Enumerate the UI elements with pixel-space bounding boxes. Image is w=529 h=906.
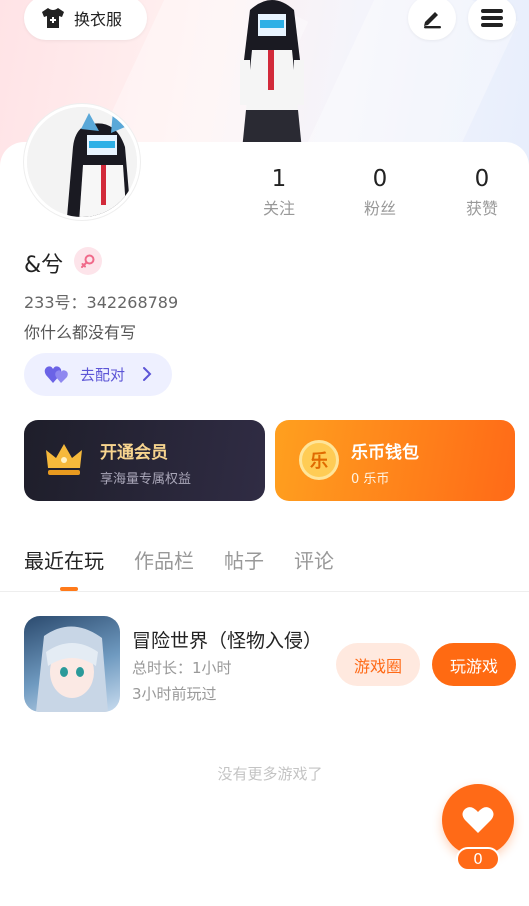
- vip-membership-card[interactable]: 开通会员 享海量专属权益: [24, 420, 265, 501]
- profile-tabs: 最近在玩 作品栏 帖子 评论: [24, 545, 364, 591]
- tab-comments[interactable]: 评论: [294, 545, 334, 574]
- female-gender-icon: [74, 247, 102, 275]
- dress-up-label: 换衣服: [74, 10, 123, 29]
- stat-following[interactable]: 1 关注: [239, 165, 319, 219]
- tab-recent-played[interactable]: 最近在玩: [24, 545, 104, 591]
- game-duration: 总时长：1小时: [132, 659, 232, 677]
- stat-fans[interactable]: 0 粉丝: [340, 165, 420, 219]
- no-more-games-text: 没有更多游戏了: [217, 765, 323, 783]
- wallet-title: 乐币钱包: [351, 443, 419, 463]
- user-id: 233号：342268789: [24, 293, 179, 312]
- nickname: &兮: [24, 253, 64, 278]
- likes-count: 0: [474, 166, 490, 192]
- vip-subtitle: 享海量专属权益: [100, 472, 192, 487]
- crown-icon: [46, 444, 82, 475]
- coin-icon: 乐: [299, 440, 339, 480]
- avatar[interactable]: [24, 104, 140, 220]
- dress-up-button[interactable]: 换衣服: [24, 0, 147, 40]
- heart-icon: [462, 807, 494, 833]
- edit-profile-button[interactable]: [408, 0, 456, 40]
- tshirt-icon: [42, 8, 64, 28]
- bio-text: 你什么都没有写: [24, 323, 137, 342]
- game-thumbnail[interactable]: [24, 616, 120, 712]
- double-heart-icon: [44, 365, 68, 383]
- play-game-button[interactable]: 玩游戏: [432, 643, 516, 686]
- match-button[interactable]: 去配对: [24, 353, 172, 396]
- following-count: 1: [271, 166, 287, 192]
- match-label: 去配对: [80, 366, 126, 384]
- game-title[interactable]: 冒险世界（怪物入侵）: [132, 626, 332, 653]
- fans-count: 0: [372, 166, 388, 192]
- menu-button[interactable]: [468, 0, 516, 40]
- list-item[interactable]: 冒险世界（怪物入侵） 总时长：1小时 3小时前玩过 游戏圈 玩游戏: [24, 616, 519, 712]
- like-count: 0: [456, 847, 500, 871]
- fans-label: 粉丝: [363, 199, 396, 218]
- chevron-right-icon: [143, 367, 152, 381]
- likes-label: 获赞: [465, 199, 498, 218]
- following-label: 关注: [262, 199, 295, 218]
- wallet-balance: 0 乐币: [351, 472, 390, 487]
- tab-posts[interactable]: 帖子: [224, 545, 264, 574]
- character-figure: [240, 0, 304, 150]
- vip-title: 开通会员: [100, 443, 168, 463]
- tabs-divider: [0, 591, 529, 592]
- tab-works[interactable]: 作品栏: [134, 545, 194, 574]
- pencil-icon: [424, 12, 441, 29]
- menu-icon: [481, 9, 503, 27]
- game-circle-button[interactable]: 游戏圈: [336, 643, 420, 686]
- game-last-played: 3小时前玩过: [132, 685, 217, 703]
- stat-likes[interactable]: 0 获赞: [442, 165, 522, 219]
- like-button[interactable]: [442, 784, 514, 856]
- wallet-card[interactable]: 乐 乐币钱包 0 乐币: [275, 420, 515, 501]
